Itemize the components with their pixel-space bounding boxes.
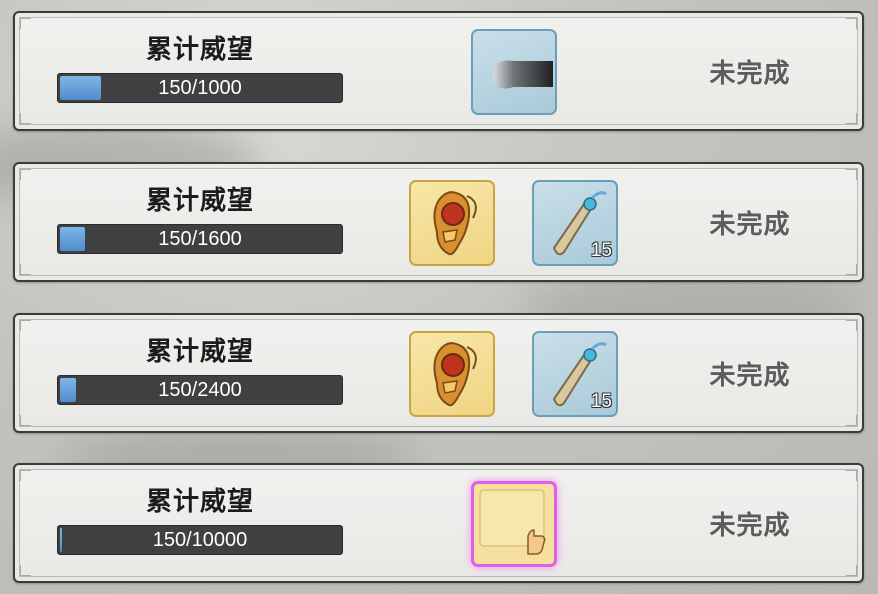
thumbs-up-card-icon [479,489,546,555]
task-title: 累计威望 [145,487,254,517]
progress-bar: 150/1000 [57,73,343,103]
task-status: 未完成 [709,511,791,541]
task-status: 未完成 [709,59,791,89]
corner-ornament [20,470,31,481]
task-status: 未完成 [709,210,791,240]
corner-ornament [846,169,857,180]
task-status: 未完成 [709,361,791,391]
corner-ornament [846,264,857,275]
task-row: 累计威望 150/1600 15 未完成 [13,162,864,282]
task-row: 累计威望 150/10000 未完成 [13,463,864,583]
corner-ornament [846,565,857,576]
progress-text: 150/10000 [152,529,248,551]
reward-quantity: 15 [590,240,612,261]
progress-text: 150/1600 [158,228,242,250]
corner-ornament [846,470,857,481]
corner-ornament [846,113,857,124]
task-title: 累计威望 [145,186,254,216]
corner-ornament [20,415,31,426]
amulet-item-icon [433,190,477,256]
dark-cloth-item-icon [493,60,553,89]
reward-slot[interactable] [471,481,557,567]
reward-quantity: 15 [590,391,612,412]
reward-slot[interactable] [471,29,557,115]
progress-text: 150/1000 [158,77,242,99]
reward-slot[interactable] [409,180,495,266]
reward-slot[interactable] [409,331,495,417]
progress-bar: 150/2400 [57,375,343,405]
corner-ornament [20,320,31,331]
corner-ornament [20,565,31,576]
corner-ornament [20,113,31,124]
progress-bar: 150/1600 [57,224,343,254]
corner-ornament [20,264,31,275]
corner-ornament [20,169,31,180]
corner-ornament [846,415,857,426]
reward-slot[interactable]: 15 [532,331,618,417]
reward-slot[interactable]: 15 [532,180,618,266]
corner-ornament [846,18,857,29]
progress-text: 150/2400 [158,379,242,401]
task-title: 累计威望 [145,337,254,367]
progress-bar: 150/10000 [57,525,343,555]
corner-ornament [20,18,31,29]
amulet-item-icon [433,341,477,407]
corner-ornament [846,320,857,331]
task-title: 累计威望 [145,35,254,65]
task-row: 累计威望 150/2400 15 未完成 [13,313,864,433]
task-row: 累计威望 150/1000 未完成 [13,11,864,131]
